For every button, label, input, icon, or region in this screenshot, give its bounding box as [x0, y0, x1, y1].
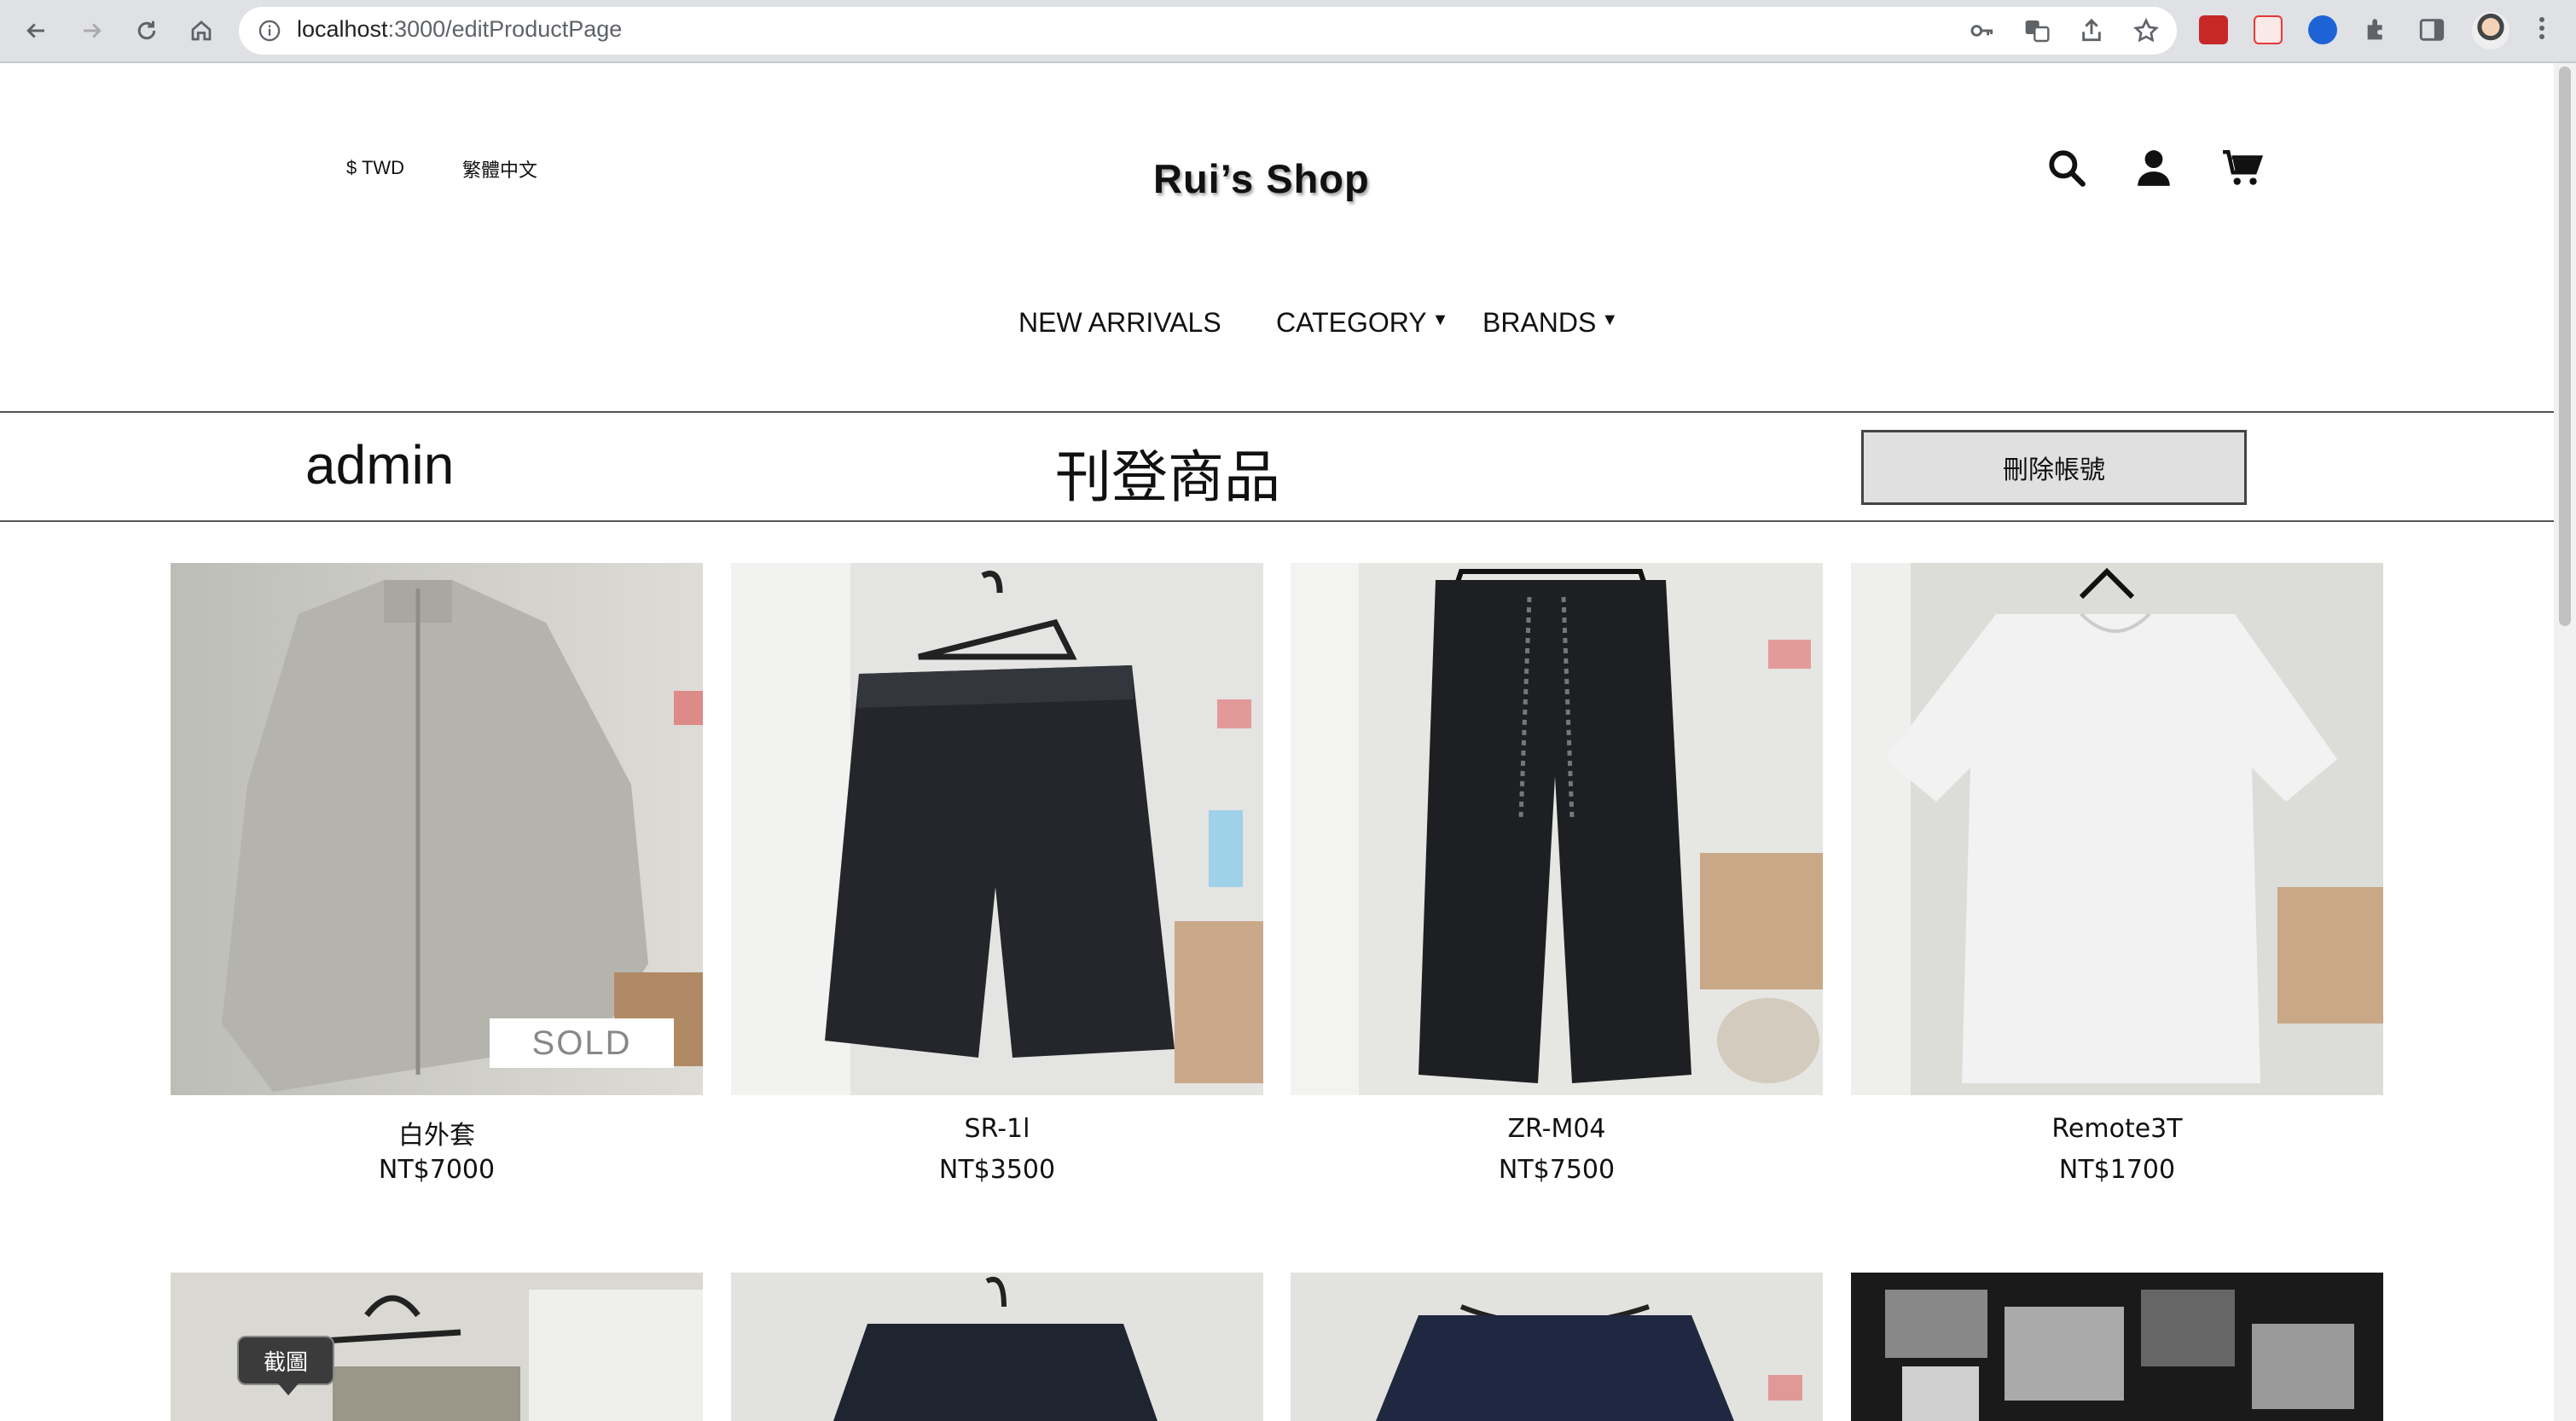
extensions-puzzle-icon[interactable]	[2363, 15, 2392, 44]
pants-photo	[1291, 563, 1823, 1095]
nav-brands[interactable]: BRANDS ▼	[1482, 307, 1618, 339]
browser-toolbar: localhost:3000/editProductPage	[0, 0, 2576, 63]
product-card[interactable]: SR-1l NT$3500	[731, 563, 1263, 1185]
home-button[interactable]	[181, 10, 222, 51]
shorts-photo	[731, 563, 1263, 1095]
url-host: localhost	[297, 16, 388, 42]
admin-username: admin	[305, 434, 455, 496]
scrollbar-thumb[interactable]	[2559, 67, 2571, 626]
back-arrow-icon	[26, 23, 44, 38]
profile-avatar[interactable]	[2472, 12, 2509, 49]
product-image[interactable]	[731, 563, 1263, 1095]
page-title: 刊登商品	[1055, 444, 1280, 510]
product-price: NT$3500	[938, 1155, 1056, 1185]
home-icon	[191, 20, 212, 41]
product-name[interactable]: SR-1l	[731, 1114, 1263, 1144]
extension-globe-icon[interactable]	[2308, 15, 2337, 44]
key-icon[interactable]	[1969, 17, 1996, 44]
currency-selector[interactable]: $ TWD	[346, 157, 404, 179]
sold-badge: SOLD	[490, 1018, 674, 1068]
site-info-icon[interactable]	[258, 19, 281, 43]
product-photo	[731, 1273, 1263, 1421]
address-bar[interactable]: localhost:3000/editProductPage	[239, 7, 2177, 55]
jacket-photo	[171, 563, 703, 1095]
divider-top	[0, 411, 2554, 413]
cart-icon[interactable]	[2221, 147, 2264, 189]
tshirt-photo	[1851, 563, 2383, 1095]
search-icon[interactable]	[2045, 147, 2088, 189]
browser-menu-icon[interactable]	[2537, 14, 2547, 48]
product-image[interactable]	[1851, 563, 2383, 1095]
bookmark-star-icon[interactable]	[2132, 17, 2160, 44]
product-price: NT$7500	[1498, 1155, 1616, 1185]
product-image[interactable]	[731, 1273, 1263, 1421]
extension-red-icon[interactable]	[2199, 15, 2228, 44]
product-photo	[1291, 1273, 1823, 1421]
screenshot-tooltip: 截圖	[237, 1336, 334, 1395]
nav-brands-label: BRANDS	[1482, 307, 1597, 338]
product-card[interactable]: SOLD 白外套 NT$7000	[171, 563, 703, 1185]
nav-new-arrivals[interactable]: NEW ARRIVALS	[1018, 307, 1221, 339]
product-photo	[1851, 1273, 2383, 1421]
product-image[interactable]	[1291, 563, 1823, 1095]
shop-logo[interactable]: Rui’s Shop	[1153, 155, 1370, 202]
delete-account-button[interactable]: 刪除帳號	[1861, 430, 2247, 505]
extension-calendar-icon[interactable]	[2254, 15, 2283, 44]
chevron-down-icon: ▼	[1431, 310, 1449, 329]
user-icon[interactable]	[2132, 147, 2175, 189]
reload-button[interactable]	[126, 10, 167, 51]
back-button[interactable]	[15, 10, 56, 51]
forward-button[interactable]	[72, 10, 113, 51]
page-scrollbar[interactable]	[2554, 63, 2576, 1421]
divider-bottom	[0, 520, 2554, 522]
product-card[interactable]	[1291, 1273, 1823, 1421]
main-nav: NEW ARRIVALS CATEGORY ▼ BRANDS ▼	[0, 244, 2554, 338]
product-card[interactable]	[1851, 1273, 2383, 1421]
nav-category-label: CATEGORY	[1276, 307, 1427, 338]
product-name[interactable]: ZR-M04	[1291, 1114, 1823, 1144]
product-name[interactable]: 白外套	[171, 1114, 703, 1151]
product-image[interactable]	[1291, 1273, 1823, 1421]
url-path: :3000/editProductPage	[387, 16, 623, 42]
product-card[interactable]	[731, 1273, 1263, 1421]
product-image[interactable]	[1851, 1273, 2383, 1421]
chevron-down-icon: ▼	[1601, 310, 1619, 329]
language-selector[interactable]: 繁體中文	[462, 155, 537, 183]
share-icon[interactable]	[2078, 17, 2105, 44]
url-text[interactable]: localhost:3000/editProductPage	[297, 16, 622, 43]
product-card[interactable]: Remote3T NT$1700	[1851, 563, 2383, 1185]
side-panel-icon[interactable]	[2417, 15, 2446, 44]
product-image[interactable]: SOLD	[171, 563, 703, 1095]
translate-icon[interactable]	[2023, 17, 2051, 44]
reload-icon	[137, 20, 156, 40]
forward-arrow-icon	[84, 23, 102, 38]
nav-category[interactable]: CATEGORY ▼	[1276, 307, 1448, 339]
product-name[interactable]: Remote3T	[1851, 1114, 2383, 1144]
product-price: NT$7000	[378, 1155, 496, 1185]
product-card[interactable]: ZR-M04 NT$7500	[1291, 563, 1823, 1185]
product-price: NT$1700	[2058, 1155, 2176, 1185]
